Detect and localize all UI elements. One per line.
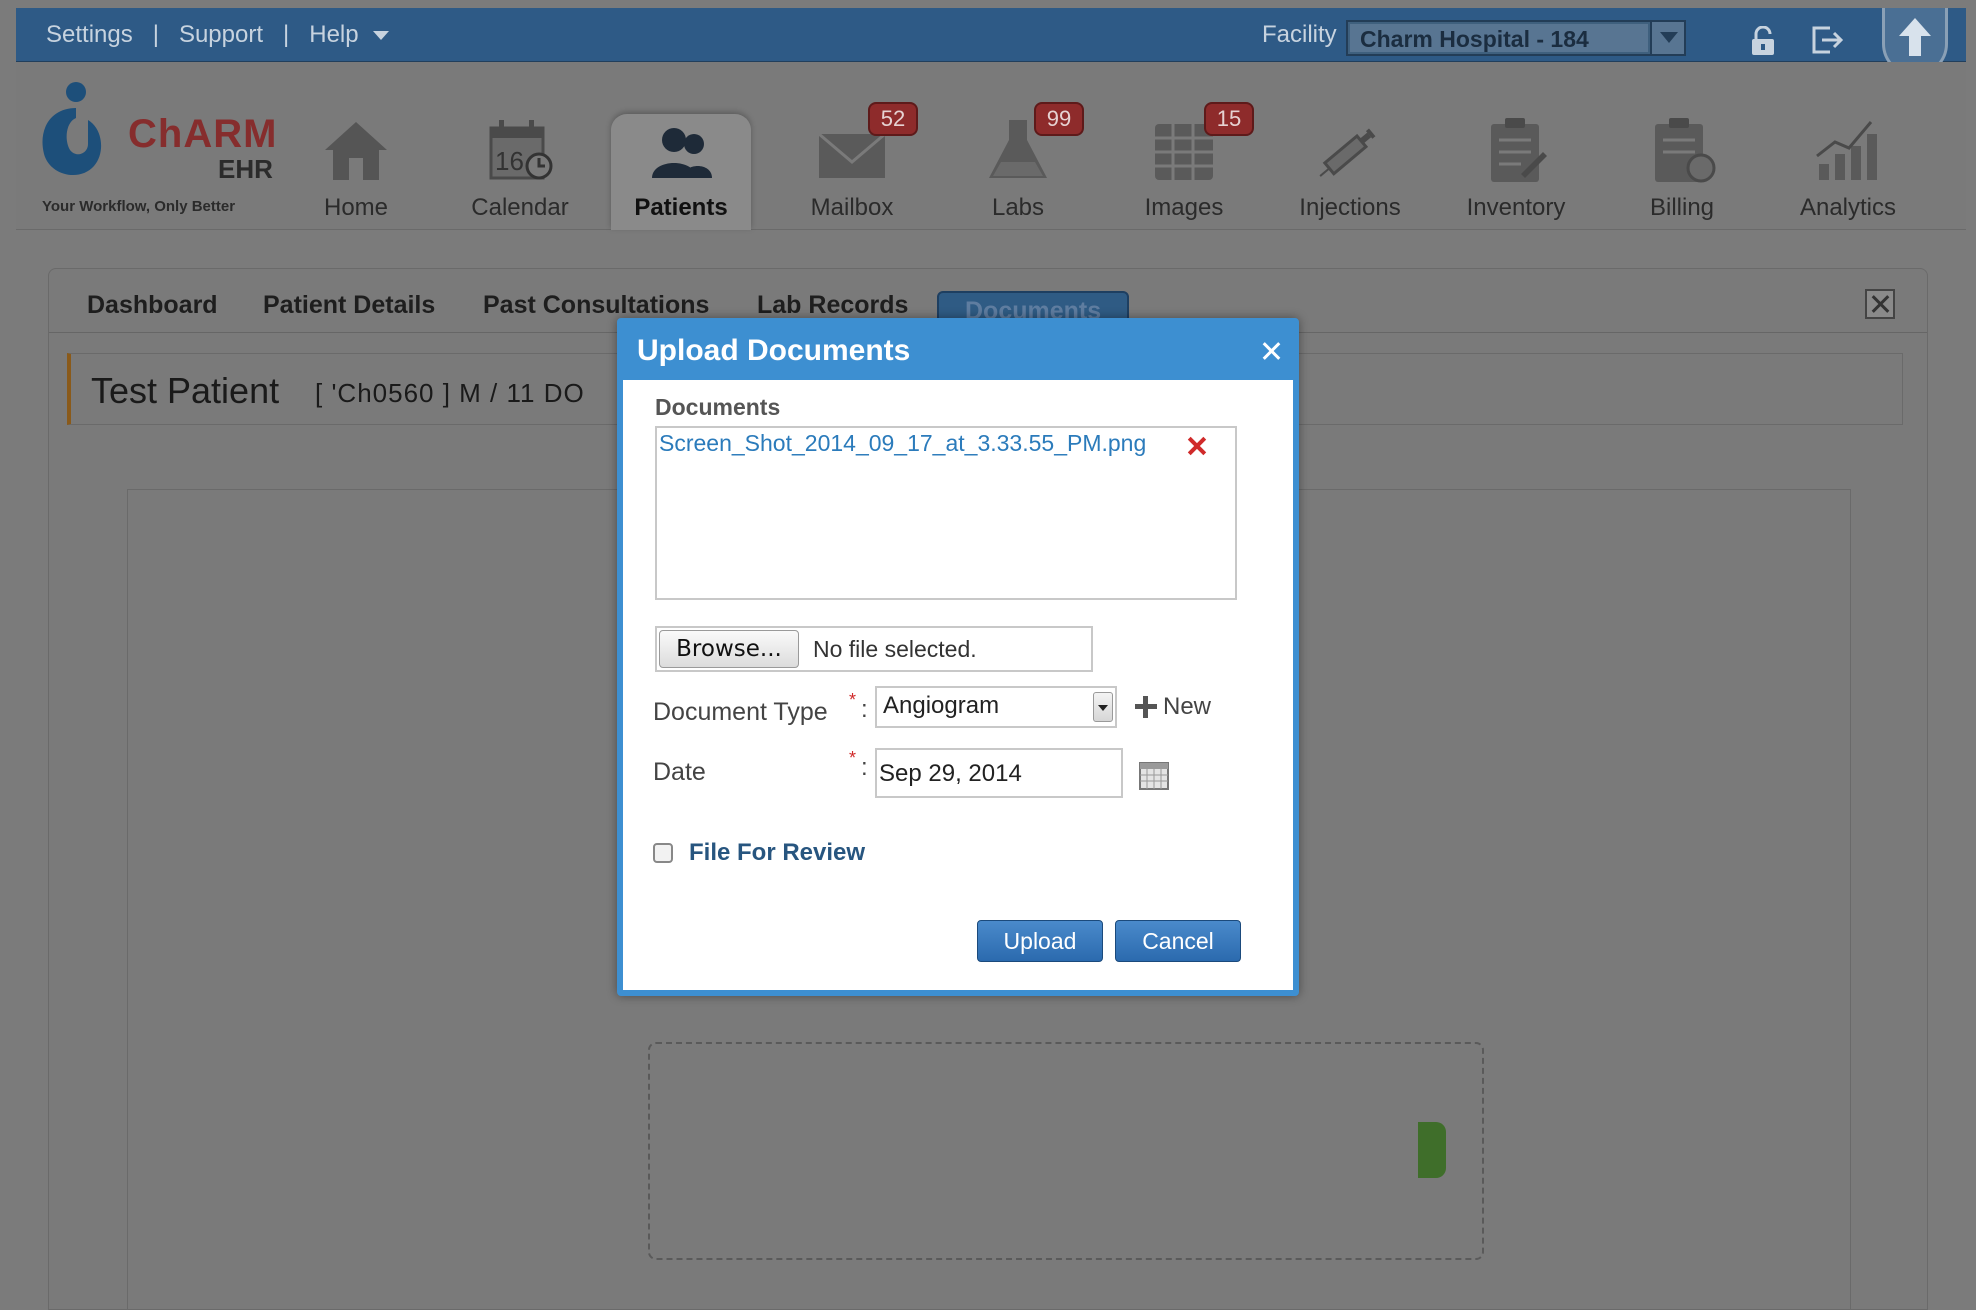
nav-label: Calendar [471, 194, 569, 221]
arrow-up-icon [1899, 18, 1931, 56]
billing-icon [1655, 118, 1716, 183]
nav-analytics[interactable]: Analytics [1778, 108, 1918, 228]
separator: | [152, 21, 159, 48]
chevron-down-icon[interactable] [1093, 692, 1113, 722]
tab-lab-records[interactable]: Lab Records [757, 291, 908, 320]
nav-billing[interactable]: Billing [1612, 108, 1752, 228]
patient-name: Test Patient [91, 370, 280, 411]
nav-home[interactable]: Home [286, 108, 426, 228]
dialog-header: Upload Documents [623, 324, 1293, 380]
top-links: Settings | Support | Help [46, 18, 389, 52]
file-for-review-option[interactable]: File For Review [653, 838, 865, 868]
patients-icon [652, 128, 712, 178]
support-link[interactable]: Support [179, 21, 263, 49]
images-count-badge: 15 [1204, 102, 1254, 136]
new-document-type-button[interactable]: New [1135, 690, 1211, 724]
tab-patient-details[interactable]: Patient Details [263, 291, 435, 320]
nav-images[interactable]: 15 Images [1114, 102, 1254, 228]
date-field[interactable]: Sep 29, 2014 [875, 748, 1123, 798]
file-for-review-checkbox[interactable] [653, 843, 673, 863]
nav-label: Labs [991, 194, 1045, 221]
separator: | [283, 21, 290, 48]
close-icon[interactable] [1865, 289, 1895, 319]
label-colon: : [861, 754, 868, 781]
nav-label: Injections [1299, 194, 1401, 221]
tab-past-consultations[interactable]: Past Consultations [483, 291, 709, 320]
lock-icon[interactable] [1750, 26, 1776, 56]
patient-meta: [ 'Ch0560 ] M / 11 DO [315, 378, 585, 408]
label-colon: : [861, 696, 868, 723]
documents-list: Screen_Shot_2014_09_17_at_3.33.55_PM.png [655, 426, 1237, 600]
documents-label: Documents [655, 394, 781, 420]
dialog-title: Upload Documents [637, 334, 911, 367]
labs-count-badge: 99 [1034, 102, 1084, 136]
remove-file-icon[interactable] [1187, 436, 1207, 456]
logo-product: EHR [218, 154, 273, 184]
chevron-down-icon[interactable] [372, 30, 389, 40]
nav-label: Billing [1649, 194, 1715, 221]
required-marker: * [849, 690, 857, 710]
nav-labs[interactable]: 99 Labs [948, 102, 1088, 228]
app-window: Settings | Support | Help Facility Charm… [0, 0, 1976, 1310]
calendar-icon[interactable] [1139, 762, 1169, 790]
nav-inventory[interactable]: Inventory [1446, 108, 1586, 228]
cancel-button[interactable]: Cancel [1115, 920, 1241, 962]
home-icon [325, 122, 387, 180]
plus-icon [1135, 696, 1157, 718]
nav-calendar[interactable]: 16 Calendar [450, 108, 590, 228]
logo-tagline: Your Workflow, Only Better [42, 198, 236, 215]
nav-label: Inventory [1466, 194, 1566, 221]
nav-label: Patients [634, 194, 728, 221]
file-for-review-label[interactable]: File For Review [689, 839, 865, 867]
nav-label: Images [1144, 194, 1224, 221]
logo-mark-icon [42, 82, 102, 176]
analytics-icon [1816, 121, 1877, 180]
svg-text:16: 16 [495, 146, 524, 176]
date-value: Sep 29, 2014 [879, 760, 1022, 787]
settings-link[interactable]: Settings [46, 21, 133, 49]
document-type-value: Angiogram [883, 692, 1000, 719]
syringe-icon [1319, 128, 1376, 177]
top-bar: Settings | Support | Help Facility Charm… [16, 8, 1966, 76]
main-nav: ChARM EHR Your Workflow, Only Better Hom… [16, 62, 1966, 230]
upload-documents-dialog: Upload Documents Documents Screen_Shot_2… [617, 318, 1299, 996]
logout-icon[interactable] [1810, 24, 1844, 56]
close-icon[interactable] [1261, 340, 1283, 362]
document-type-label: Document Type [653, 698, 828, 726]
facility-select[interactable]: Charm Hospital - 184 [1346, 20, 1686, 56]
add-document-button[interactable] [1418, 1122, 1446, 1178]
upload-button[interactable]: Upload [977, 920, 1103, 962]
date-label: Date [653, 758, 706, 786]
file-status: No file selected. [813, 636, 977, 662]
nav-label: Mailbox [810, 194, 894, 221]
logo-brand: ChARM [128, 112, 278, 156]
file-input[interactable]: Browse... No file selected. [655, 626, 1093, 672]
document-file-link[interactable]: Screen_Shot_2014_09_17_at_3.33.55_PM.png [659, 430, 1146, 457]
new-label: New [1163, 693, 1212, 720]
nav-label: Home [323, 194, 389, 221]
browse-button[interactable]: Browse... [659, 630, 799, 668]
tab-dashboard[interactable]: Dashboard [87, 291, 218, 320]
drop-zone[interactable] [648, 1042, 1484, 1260]
facility-value: Charm Hospital - 184 [1360, 26, 1589, 52]
charm-logo[interactable]: ChARM EHR Your Workflow, Only Better [36, 78, 276, 218]
facility-label: Facility [1262, 21, 1337, 48]
calendar-icon: 16 [489, 120, 553, 180]
nav-mailbox[interactable]: 52 Mailbox [782, 102, 922, 228]
mailbox-count-badge: 52 [868, 102, 918, 136]
nav-label: Analytics [1799, 194, 1897, 221]
nav-patients[interactable]: Patients [611, 114, 751, 230]
inventory-icon [1491, 118, 1547, 182]
required-marker: * [849, 748, 857, 768]
help-link[interactable]: Help [309, 21, 358, 49]
chevron-down-icon[interactable] [1650, 22, 1684, 54]
nav-injections[interactable]: Injections [1280, 108, 1420, 228]
document-type-select[interactable]: Angiogram [875, 686, 1117, 728]
